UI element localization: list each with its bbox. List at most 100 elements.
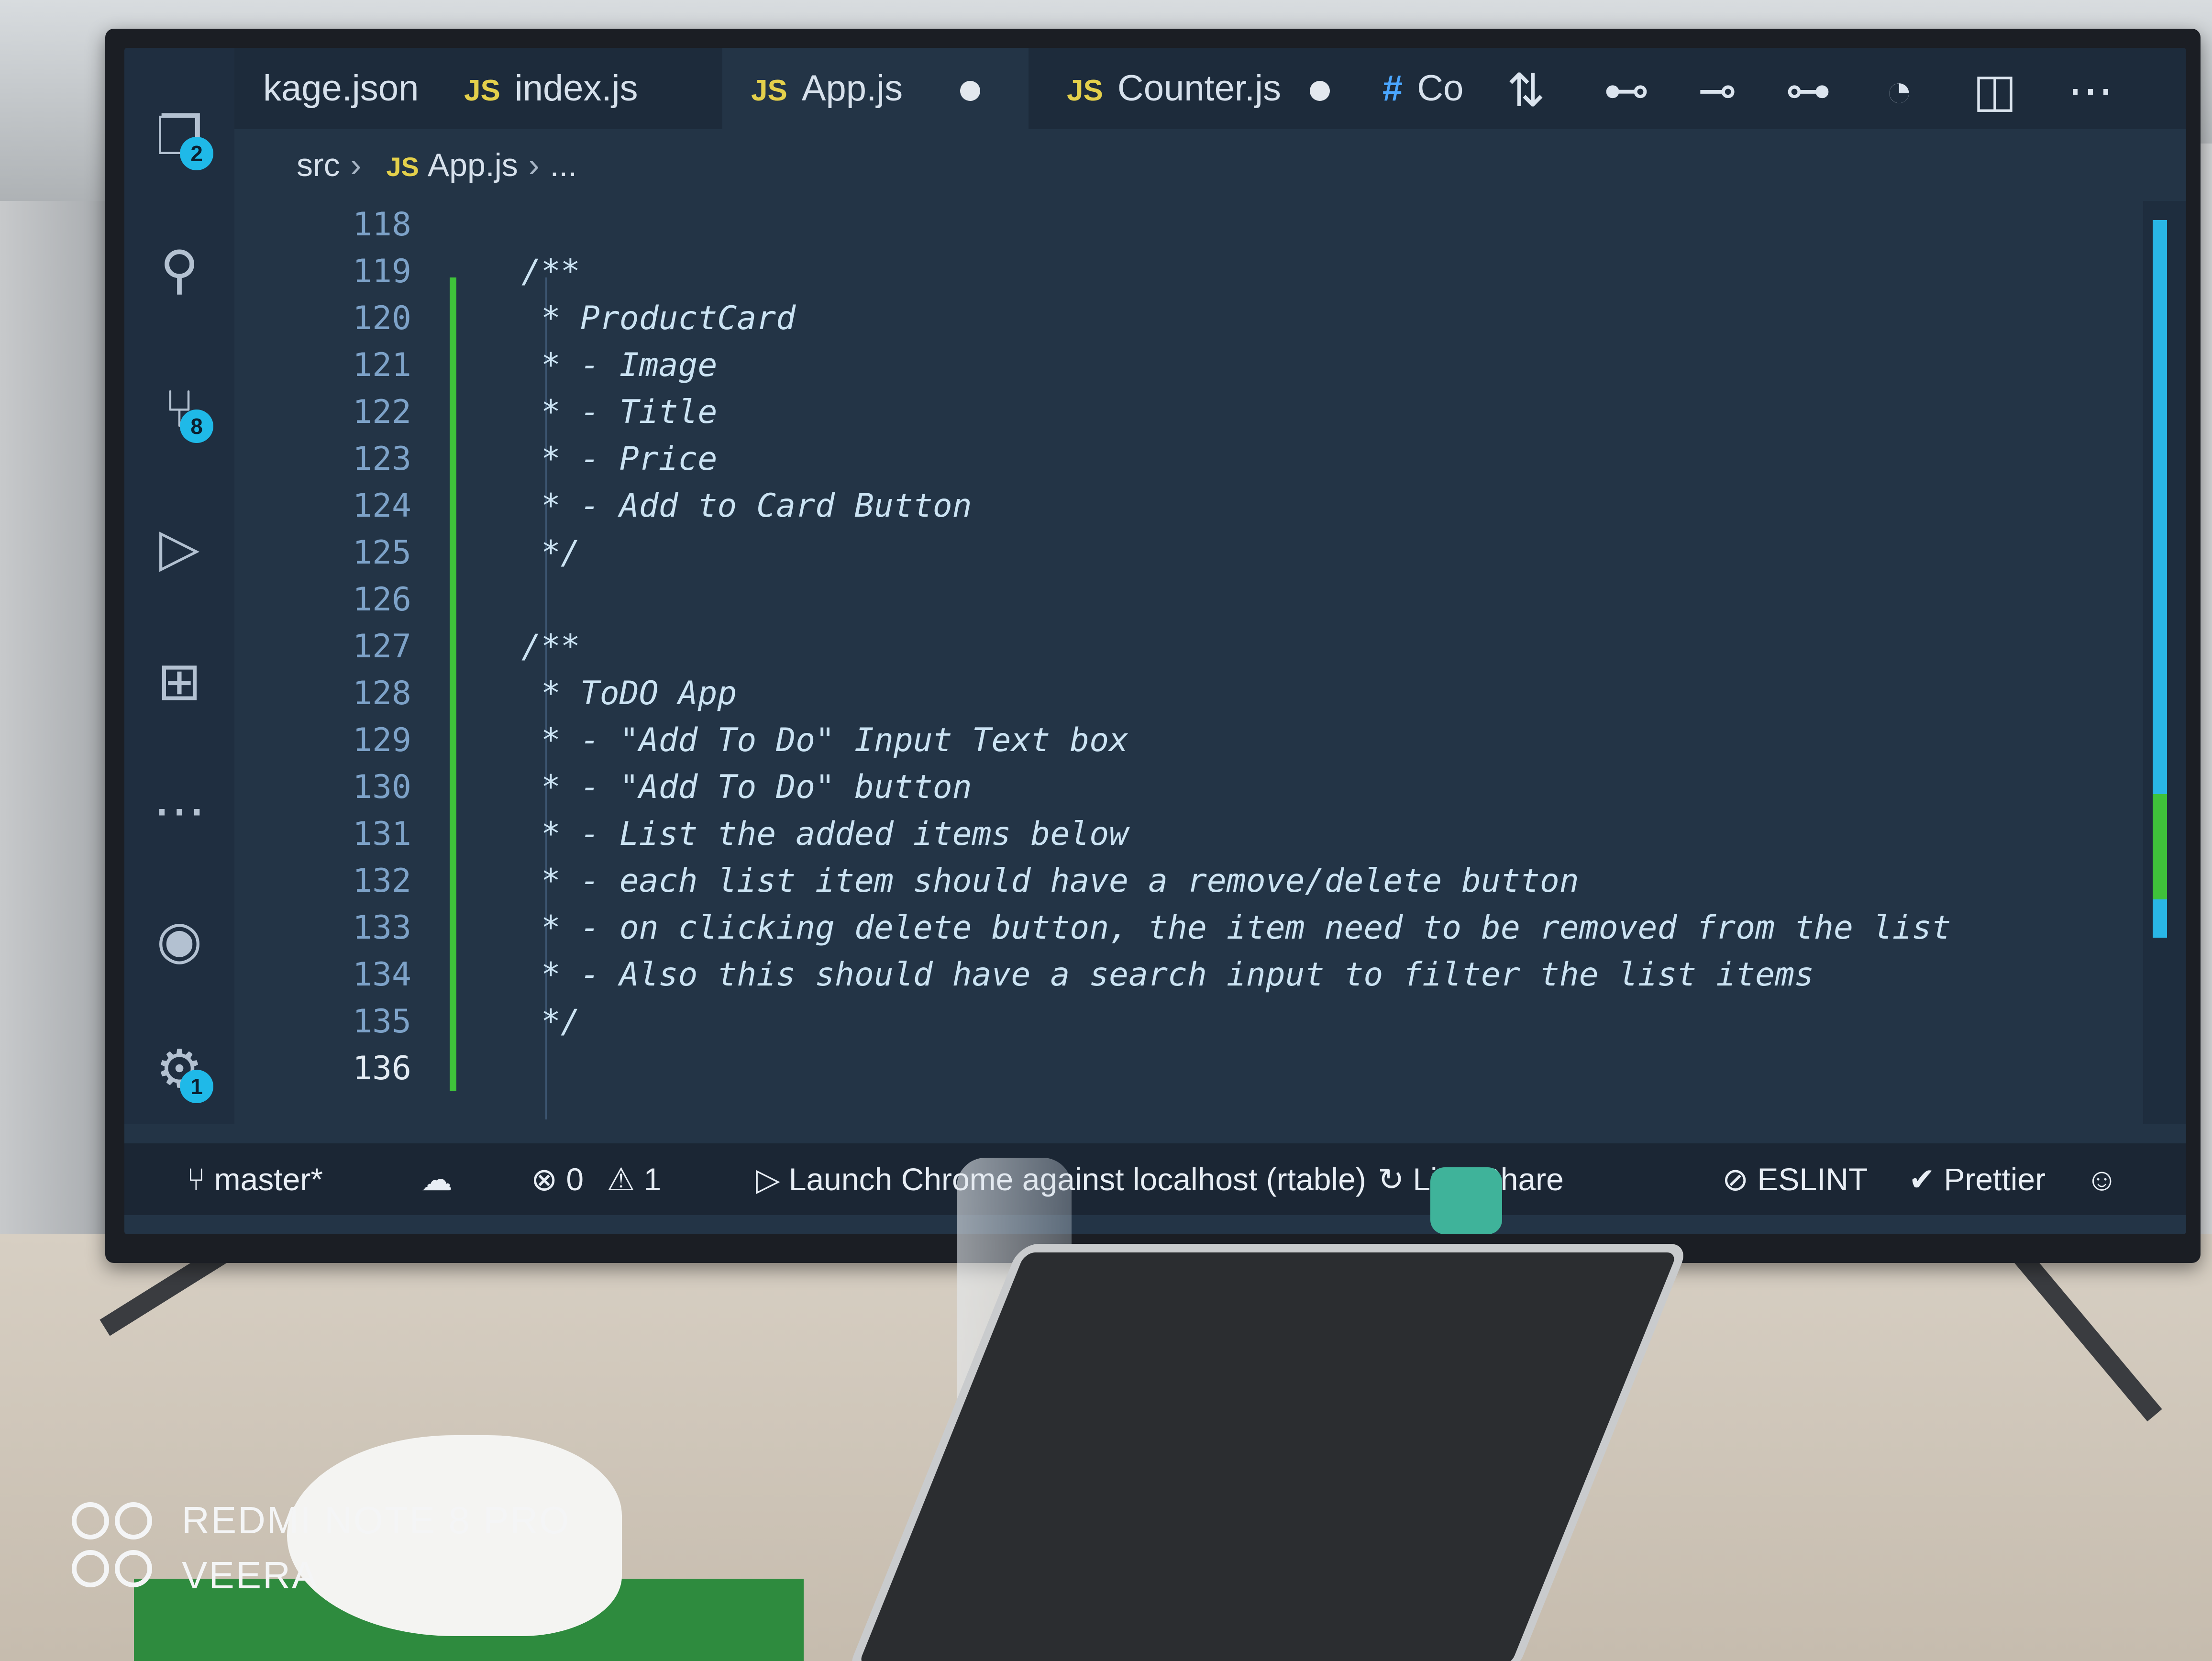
- monitor: ❐ 2 ⚲ ⑂ 8 ▷ ⊞ ⋯ ◉ ⚙ 1 kage.json JS index.…: [105, 29, 2201, 1263]
- branch-indicator[interactable]: ⑂ master*: [187, 1143, 323, 1215]
- breadcrumb-file[interactable]: App.js: [428, 147, 518, 183]
- tab-css[interactable]: # Co: [1373, 48, 1473, 129]
- code-text: /**: [521, 253, 580, 290]
- explorer-icon[interactable]: ❐ 2: [148, 105, 213, 170]
- more-actions-icon[interactable]: ⋯: [2062, 62, 2119, 120]
- code-editor[interactable]: 118 119/** 120 * ProductCard 121 * - Image 1…: [234, 201, 2110, 1124]
- prettier-button[interactable]: ✔ Prettier: [1909, 1143, 2046, 1215]
- code-line[interactable]: 121 * - Image: [234, 342, 2100, 389]
- css-file-icon: #: [1382, 68, 1403, 109]
- code-line[interactable]: 124 * - Add to Card Button: [234, 482, 2100, 530]
- more-icon[interactable]: ⋯: [148, 780, 210, 842]
- code-text: * - Title: [521, 393, 718, 431]
- code-text: * ProductCard: [521, 299, 796, 337]
- code-text: * - "Add To Do" Input Text box: [521, 721, 1129, 759]
- js-file-icon: JS: [386, 152, 419, 182]
- code-text: * - List the added items below: [521, 815, 1129, 853]
- line-number: 133: [353, 909, 411, 947]
- tab-counter-js[interactable]: JS Counter.js: [1038, 48, 1359, 129]
- code-line[interactable]: 132 * - each list item should have a rem…: [234, 857, 2100, 905]
- warning-count: 1: [643, 1162, 662, 1197]
- line-number: 122: [353, 393, 411, 431]
- tab-bar: kage.json JS index.js JS App.js JS Counter.…: [234, 48, 2186, 129]
- git-commit-icon[interactable]: ⊸: [1689, 62, 1746, 120]
- code-line[interactable]: 134 * - Also this should have a search i…: [234, 951, 2100, 999]
- code-text: */: [521, 1003, 580, 1041]
- split-editor-icon[interactable]: ◫: [1966, 62, 2024, 120]
- unsaved-dot-icon[interactable]: [960, 80, 981, 101]
- line-number: 131: [353, 815, 411, 853]
- line-number: 127: [353, 628, 411, 665]
- code-line[interactable]: 125 */: [234, 529, 2100, 577]
- timeline-icon[interactable]: ◔: [1870, 62, 1928, 120]
- js-file-icon: JS: [464, 74, 500, 107]
- run-debug-icon[interactable]: ▷: [148, 517, 210, 579]
- code-text: * ToDO App: [521, 675, 737, 712]
- tab-label: kage.json: [263, 68, 419, 109]
- warning-icon: ⚠: [607, 1162, 635, 1197]
- breadcrumb-more[interactable]: ...: [550, 147, 577, 183]
- line-number: 123: [353, 440, 411, 478]
- eslint-button[interactable]: ⊘ ESLINT: [1722, 1143, 1868, 1215]
- settings-badge: 1: [180, 1070, 213, 1103]
- source-control-icon[interactable]: ⑂ 8: [148, 378, 213, 443]
- settings-gear-icon[interactable]: ⚙ 1: [148, 1038, 213, 1103]
- camera-logo-icon: [72, 1502, 158, 1598]
- compare-changes-icon[interactable]: ⇅: [1497, 62, 1555, 120]
- sync-button[interactable]: ☁: [421, 1143, 453, 1215]
- tab-label: Co: [1417, 68, 1464, 109]
- check-icon: ✔: [1909, 1162, 1936, 1197]
- code-text: */: [521, 534, 580, 572]
- code-line[interactable]: 133 * - on clicking delete button, the i…: [234, 904, 2100, 952]
- line-number: 118: [353, 206, 411, 244]
- line-number: 119: [353, 253, 411, 290]
- code-line[interactable]: 120 * ProductCard: [234, 295, 2100, 343]
- line-number: 121: [353, 346, 411, 384]
- launch-label: Launch Chrome against localhost (rtable): [788, 1162, 1366, 1197]
- accounts-icon[interactable]: ◉: [148, 909, 210, 971]
- code-line[interactable]: 126: [234, 576, 2100, 624]
- line-number: 120: [353, 299, 411, 337]
- problems-indicator[interactable]: ⊗ 0 ⚠ 1: [531, 1143, 661, 1215]
- error-count: 0: [566, 1162, 584, 1197]
- code-text: * - Also this should have a search input…: [521, 956, 1814, 994]
- code-line[interactable]: 118: [234, 201, 2100, 249]
- code-text: * - "Add To Do" button: [521, 768, 972, 806]
- line-number: 124: [353, 487, 411, 525]
- code-text: * - each list item should have a remove/…: [521, 862, 1579, 900]
- tab-package-json[interactable]: kage.json: [234, 48, 447, 129]
- code-line[interactable]: 122 * - Title: [234, 388, 2100, 436]
- tab-label: Counter.js: [1117, 68, 1282, 109]
- git-previous-change-icon[interactable]: ⊷: [1598, 62, 1655, 120]
- code-line[interactable]: 119 /**: [234, 248, 2100, 296]
- js-file-icon: JS: [1067, 74, 1103, 107]
- code-line[interactable]: 129 * - "Add To Do" Input Text box: [234, 717, 2100, 764]
- code-line[interactable]: 127 /**: [234, 623, 2100, 671]
- code-line[interactable]: 135 */: [234, 998, 2100, 1046]
- code-line[interactable]: 128 * ToDO App: [234, 670, 2100, 718]
- status-bar: ⑂ master* ☁ ⊗ 0 ⚠ 1 ▷ Launch Chrome against …: [124, 1143, 2186, 1215]
- water-bottle-cap: [1430, 1167, 1502, 1234]
- code-line[interactable]: 131 * - List the added items below: [234, 810, 2100, 858]
- search-icon[interactable]: ⚲: [148, 239, 210, 301]
- code-text: * - Image: [521, 346, 718, 384]
- line-number: 136: [353, 1050, 411, 1087]
- source-control-badge: 8: [180, 410, 213, 443]
- code-line[interactable]: 123 * - Price: [234, 435, 2100, 483]
- feedback-button[interactable]: ☺: [2086, 1143, 2118, 1215]
- tab-app-js[interactable]: JS App.js: [722, 48, 1029, 129]
- breadcrumb-folder[interactable]: src: [297, 147, 340, 183]
- cloud-upload-icon: ☁: [421, 1162, 453, 1197]
- git-next-change-icon[interactable]: ⊶: [1780, 62, 1837, 120]
- code-line[interactable]: 130 * - "Add To Do" button: [234, 764, 2100, 811]
- code-line[interactable]: 136: [234, 1045, 2100, 1093]
- prettier-label: Prettier: [1944, 1162, 2046, 1197]
- debug-launch-icon: ▷: [756, 1162, 780, 1197]
- explorer-badge: 2: [180, 137, 213, 170]
- tab-index-js[interactable]: JS index.js: [435, 48, 667, 129]
- line-number: 135: [353, 1003, 411, 1041]
- live-share-icon: ↻: [1378, 1162, 1405, 1197]
- unsaved-dot-icon[interactable]: [1310, 80, 1330, 101]
- line-number: 130: [353, 768, 411, 806]
- extensions-icon[interactable]: ⊞: [148, 651, 210, 713]
